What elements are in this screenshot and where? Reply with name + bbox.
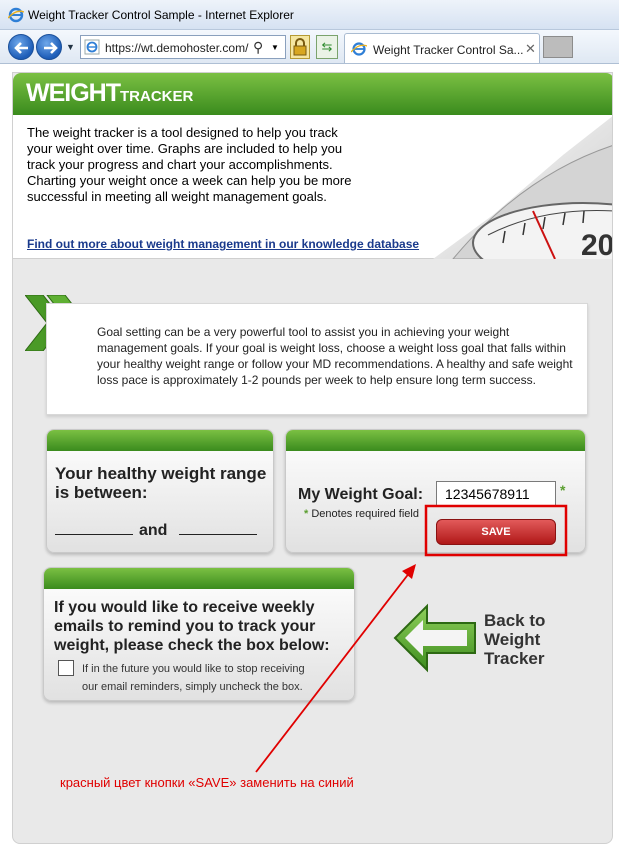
address-url[interactable]: https://wt.demohoster.com/	[105, 41, 248, 55]
refresh-button[interactable]: ⇆	[316, 35, 338, 59]
card-header-bar	[47, 430, 273, 451]
ie-tab-icon	[351, 42, 367, 56]
goal-setting-text: Goal setting can be a very powerful tool…	[97, 325, 573, 387]
bathroom-scale-image: 20	[433, 116, 613, 259]
email-reminder-checkbox[interactable]	[58, 660, 74, 676]
email-reminder-heading: If you would like to receive weekly emai…	[54, 599, 330, 654]
required-star: *	[560, 482, 566, 498]
forward-button[interactable]	[36, 34, 62, 60]
required-note-text: Denotes required field	[308, 508, 419, 520]
tab-label: Weight Tracker Control Sa...	[373, 43, 524, 57]
email-reminder-note: If in the future you would like to stop …	[82, 663, 305, 693]
new-tab-button[interactable]	[543, 36, 573, 58]
range-max-blank	[179, 534, 257, 535]
browser-tab[interactable]: Weight Tracker Control Sa... ✕	[344, 33, 540, 63]
close-tab-icon[interactable]: ✕	[525, 41, 536, 57]
weight-tracker-page: WEIGHTTRACKER The weight tracker is a to…	[12, 72, 613, 844]
navigation-bar: ▼ https://wt.demohoster.com/ ⚲ ▼ ⇆ Weigh…	[0, 30, 619, 64]
card-header-bar	[286, 430, 585, 451]
weight-goal-label: My Weight Goal:	[298, 486, 424, 503]
card-header-bar	[44, 568, 354, 589]
address-bar[interactable]: https://wt.demohoster.com/ ⚲ ▼	[80, 35, 286, 59]
back-to-weight-tracker-link[interactable]: Back to Weight Tracker	[484, 611, 574, 668]
annotation-text: красный цвет кнопки «SAVE» заменить на с…	[60, 775, 354, 790]
email-reminder-card: If you would like to receive weekly emai…	[43, 567, 355, 701]
lock-icon	[293, 38, 307, 56]
weight-goal-card: My Weight Goal: * * Denotes required fie…	[285, 429, 586, 553]
page-header: WEIGHTTRACKER	[13, 73, 612, 115]
back-button[interactable]	[8, 34, 34, 60]
ie-page-icon	[84, 39, 100, 55]
goal-setting-panel: Goal setting can be a very powerful tool…	[46, 303, 588, 415]
arrow-right-icon	[44, 42, 58, 54]
history-dropdown-icon[interactable]: ▼	[66, 42, 75, 52]
weight-goal-input[interactable]	[436, 481, 556, 507]
required-note: * Denotes required field	[304, 508, 419, 520]
knowledge-database-link[interactable]: Find out more about weight management in…	[27, 237, 419, 251]
ie-icon	[8, 7, 24, 23]
healthy-range-card: Your healthy weight range is between: an…	[46, 429, 274, 553]
search-icon[interactable]: ⚲	[253, 39, 263, 56]
logo-sub: TRACKER	[120, 88, 194, 105]
svg-text:20: 20	[581, 229, 613, 259]
weight-tracker-logo: WEIGHTTRACKER	[26, 79, 193, 108]
range-and-label: and	[139, 522, 168, 539]
security-lock-button[interactable]	[290, 35, 310, 59]
intro-text: The weight tracker is a tool designed to…	[27, 125, 352, 204]
arrow-left-icon	[14, 42, 28, 54]
intro-section: The weight tracker is a tool designed to…	[13, 115, 613, 259]
window-title: Weight Tracker Control Sample - Internet…	[28, 8, 294, 22]
healthy-range-heading: Your healthy weight range is between:	[55, 464, 267, 502]
back-arrow-icon[interactable]	[393, 603, 477, 673]
logo-main: WEIGHT	[26, 79, 121, 107]
address-dropdown-icon[interactable]: ▼	[271, 43, 279, 52]
refresh-icon: ⇆	[321, 39, 333, 54]
window-titlebar: Weight Tracker Control Sample - Internet…	[0, 0, 619, 30]
range-min-blank	[55, 534, 133, 535]
save-button[interactable]: SAVE	[436, 519, 556, 545]
